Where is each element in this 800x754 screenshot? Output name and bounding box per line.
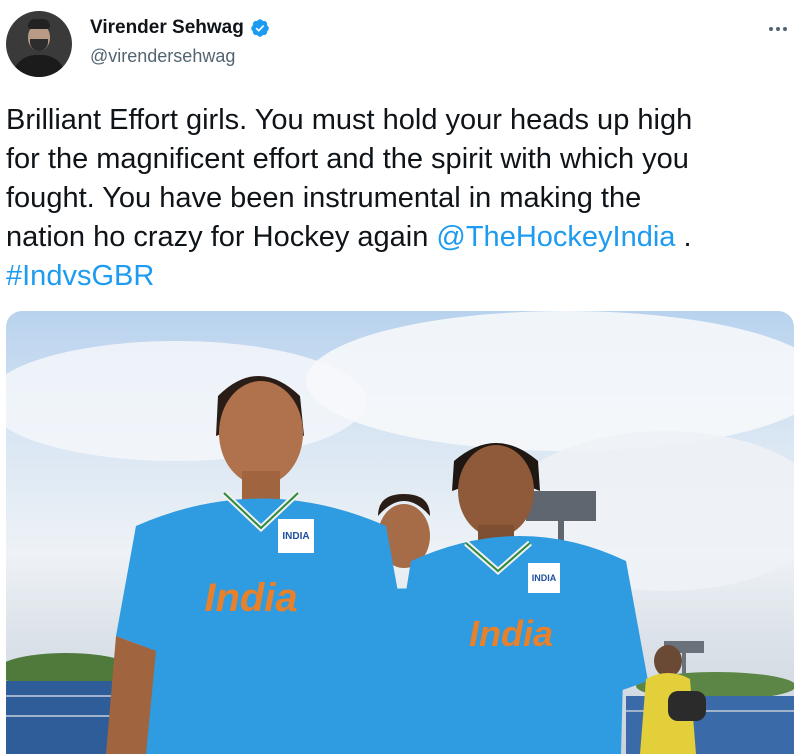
- tweet-text-line-hashtag: #IndvsGBR: [6, 257, 796, 296]
- verified-badge-icon: [251, 19, 269, 37]
- avatar-beard: [30, 39, 48, 51]
- more-horizontal-icon[interactable]: [764, 20, 792, 38]
- tweet-text-line: for the magnificent effort and the spiri…: [6, 143, 689, 175]
- tweet-text-line: fought. You have been instrumental in ma…: [6, 182, 642, 214]
- jersey-text-2: India: [469, 613, 553, 654]
- jersey-text: India: [204, 576, 297, 620]
- dot: [776, 27, 780, 31]
- jersey-badge-text: INDIA: [282, 531, 309, 542]
- dot: [783, 27, 787, 31]
- hashtag-link[interactable]: #IndvsGBR: [6, 260, 154, 292]
- photo-illustration: INDIA India INDIA India: [6, 311, 794, 754]
- author-name-row: Virender Sehwag: [90, 14, 270, 42]
- dot: [769, 27, 773, 31]
- tweet-text-line: Brilliant Effort girls. You must hold yo…: [6, 104, 693, 136]
- tweet-text-segment: nation ho crazy for Hockey again: [6, 221, 437, 253]
- avatar-hair: [28, 19, 50, 29]
- author-handle[interactable]: @virendersehwag: [90, 46, 235, 67]
- mention-link[interactable]: @TheHockeyIndia: [436, 221, 675, 253]
- tweet-header: Virender Sehwag @virendersehwag: [0, 0, 800, 90]
- tweet-text-line-with-mention: nation ho crazy for Hockey again @TheHoc…: [6, 218, 796, 257]
- tweet-text-segment: .: [675, 221, 692, 253]
- avatar-body: [12, 55, 66, 77]
- author-display-name[interactable]: Virender Sehwag: [90, 17, 244, 39]
- jersey-badge-text-2: INDIA: [532, 573, 557, 583]
- avatar[interactable]: [6, 11, 72, 77]
- tweet-text: Brilliant Effort girls. You must hold yo…: [6, 101, 796, 296]
- tweet-media-photo[interactable]: INDIA India INDIA India: [6, 311, 794, 754]
